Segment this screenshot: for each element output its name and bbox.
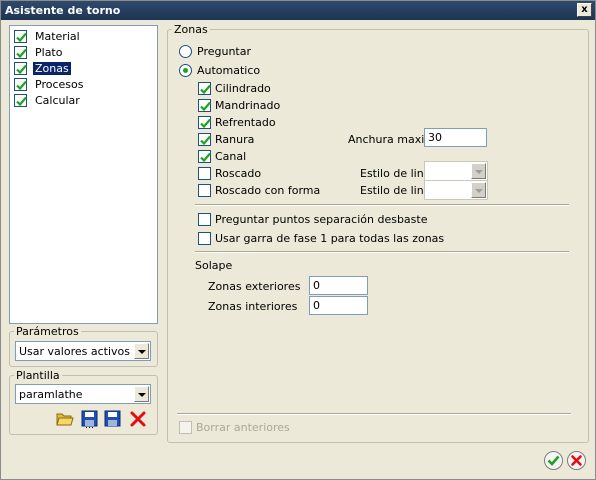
- radio-automatico-label[interactable]: Automatico: [197, 64, 260, 77]
- wizard-step-tree[interactable]: Material Plato Zonas Procesos Calcular: [9, 25, 158, 324]
- roscado-forma-checkbox[interactable]: [198, 184, 211, 197]
- cilindrado-label[interactable]: Cilindrado: [215, 82, 271, 95]
- title-bar: Asistente de torno x: [1, 1, 595, 20]
- check-icon: [14, 30, 27, 43]
- anchura-maxima-input[interactable]: 30: [424, 128, 487, 147]
- usar-garra-label[interactable]: Usar garra de fase 1 para todas las zona…: [215, 232, 444, 245]
- tree-item-label: Material: [35, 30, 80, 43]
- roscado-checkbox[interactable]: [198, 167, 211, 180]
- save-as-icon[interactable]: [104, 410, 122, 428]
- parametros-select[interactable]: Usar valores activos: [15, 341, 151, 361]
- zonas-interiores-input[interactable]: 0: [309, 296, 368, 315]
- mandrinado-label[interactable]: Mandrinado: [215, 99, 280, 112]
- preguntar-puntos-label[interactable]: Preguntar puntos separación desbaste: [215, 213, 428, 226]
- ok-button[interactable]: [544, 451, 563, 470]
- zonas-interiores-label: Zonas interiores: [208, 300, 298, 313]
- preguntar-puntos-checkbox[interactable]: [198, 213, 211, 226]
- check-icon: [14, 62, 27, 75]
- canal-checkbox[interactable]: [198, 150, 211, 163]
- delete-icon[interactable]: [129, 410, 147, 428]
- borrar-anteriores-label: Borrar anteriores: [196, 421, 290, 434]
- borrar-anteriores-checkbox[interactable]: [179, 421, 192, 434]
- window-title: Asistente de torno: [5, 4, 121, 17]
- radio-preguntar[interactable]: [179, 45, 192, 58]
- divider: [177, 413, 571, 415]
- tree-item-label: Plato: [35, 46, 63, 59]
- zonas-legend: Zonas: [174, 23, 208, 36]
- solape-label: Solape: [195, 259, 233, 272]
- ranura-label[interactable]: Ranura: [215, 133, 254, 146]
- chevron-down-icon[interactable]: [471, 163, 486, 179]
- tree-item-label: Calcular: [35, 94, 80, 107]
- estilo-linea-select-2[interactable]: [424, 180, 488, 200]
- plantilla-select[interactable]: paramlathe: [15, 384, 151, 404]
- cilindrado-checkbox[interactable]: [198, 82, 211, 95]
- check-icon: [14, 94, 27, 107]
- close-button[interactable]: x: [577, 3, 592, 17]
- zonas-exteriores-input[interactable]: 0: [309, 276, 368, 295]
- chevron-down-icon[interactable]: [134, 343, 149, 359]
- check-icon: [14, 46, 27, 59]
- chevron-down-icon[interactable]: [471, 182, 486, 198]
- usar-garra-checkbox[interactable]: [198, 232, 211, 245]
- estilo-linea-select-1[interactable]: [424, 161, 488, 181]
- dialog-window: Asistente de torno x Material Plato Zona…: [0, 0, 596, 480]
- refrentado-label[interactable]: Refrentado: [215, 116, 276, 129]
- mandrinado-checkbox[interactable]: [198, 99, 211, 112]
- canal-label[interactable]: Canal: [215, 150, 246, 163]
- check-icon: [547, 455, 560, 466]
- plantilla-legend: Plantilla: [16, 369, 60, 382]
- plantilla-select-value: paramlathe: [19, 388, 83, 401]
- refrentado-checkbox[interactable]: [198, 116, 211, 129]
- cancel-icon: [571, 455, 582, 466]
- check-icon: [14, 78, 27, 91]
- radio-preguntar-label[interactable]: Preguntar: [197, 45, 251, 58]
- chevron-down-icon[interactable]: [134, 386, 149, 402]
- tree-item-label: Procesos: [35, 78, 84, 91]
- parametros-legend: Parámetros: [16, 325, 79, 338]
- radio-automatico[interactable]: [179, 64, 192, 77]
- tree-item-label: Zonas: [33, 62, 71, 75]
- folder-open-icon[interactable]: [56, 410, 74, 428]
- cancel-button[interactable]: [567, 451, 586, 470]
- roscado-forma-label[interactable]: Roscado con forma: [215, 184, 320, 197]
- parametros-select-value: Usar valores activos: [19, 345, 130, 358]
- divider: [195, 251, 569, 253]
- zonas-exteriores-label: Zonas exteriores: [208, 280, 301, 293]
- divider: [195, 204, 569, 206]
- ranura-checkbox[interactable]: [198, 133, 211, 146]
- roscado-label[interactable]: Roscado: [215, 167, 261, 180]
- save-icon[interactable]: [81, 410, 99, 428]
